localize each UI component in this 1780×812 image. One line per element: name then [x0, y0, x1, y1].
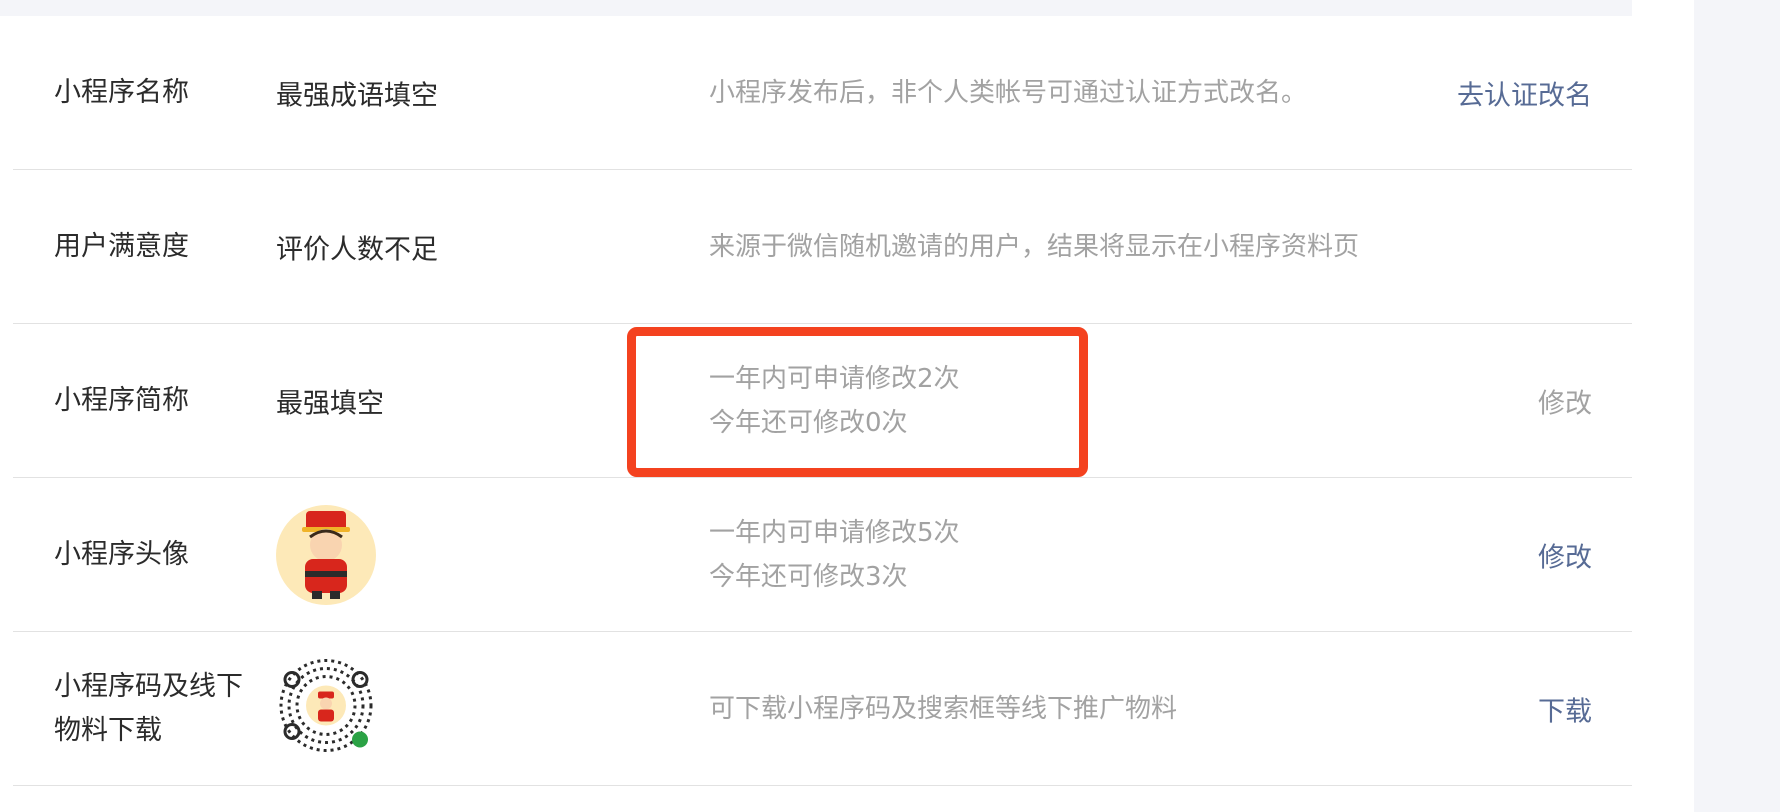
row-description: 小程序发布后，非个人类帐号可通过认证方式改名。 — [709, 77, 1308, 108]
mascot-icon — [302, 510, 350, 599]
row-satisfaction: 用户满意度 评价人数不足 来源于微信随机邀请的用户，结果将显示在小程序资料页 — [13, 170, 1632, 324]
row-label: 小程序简称 — [54, 384, 189, 416]
row-label: 小程序码及线下物料下载 — [54, 670, 243, 746]
verify-rename-link[interactable]: 去认证改名 — [1457, 73, 1592, 112]
row-label: 小程序头像 — [54, 538, 189, 570]
row-name: 小程序名称 最强成语填空 小程序发布后，非个人类帐号可通过认证方式改名。 去认证… — [13, 16, 1632, 170]
qr-cell — [276, 655, 376, 762]
row-description: 可下载小程序码及搜索框等线下推广物料 — [709, 693, 1178, 724]
top-band — [0, 0, 1632, 16]
row-description: 来源于微信随机邀请的用户，结果将显示在小程序资料页 — [709, 231, 1360, 262]
edit-short-name-link[interactable]: 修改 — [1538, 381, 1592, 420]
highlight-box — [627, 327, 1088, 477]
row-qr-download: 小程序码及线下物料下载 可下载小程序码及搜索框等线下推广物料 下载 — [13, 632, 1632, 786]
row-avatar: 小程序头像 一年内可申请修改5次 今年还可修改3次 修改 — [13, 478, 1632, 632]
row-value: 评价人数不足 — [276, 234, 438, 265]
desc-line-1: 一年内可申请修改5次 — [709, 517, 960, 548]
row-label: 用户满意度 — [54, 230, 189, 262]
edit-avatar-link[interactable]: 修改 — [1538, 535, 1592, 574]
avatar — [276, 504, 376, 605]
row-value: 最强填空 — [276, 388, 384, 419]
row-label: 小程序名称 — [54, 76, 189, 108]
desc-line-2: 今年还可修改3次 — [709, 561, 908, 592]
mini-program-code-icon — [279, 658, 373, 752]
download-link[interactable]: 下载 — [1538, 689, 1592, 728]
right-gutter — [1694, 0, 1780, 812]
avatar-cell — [276, 504, 376, 605]
row-value: 最强成语填空 — [276, 80, 438, 111]
row-description: 一年内可申请修改5次 今年还可修改3次 — [709, 511, 1369, 599]
